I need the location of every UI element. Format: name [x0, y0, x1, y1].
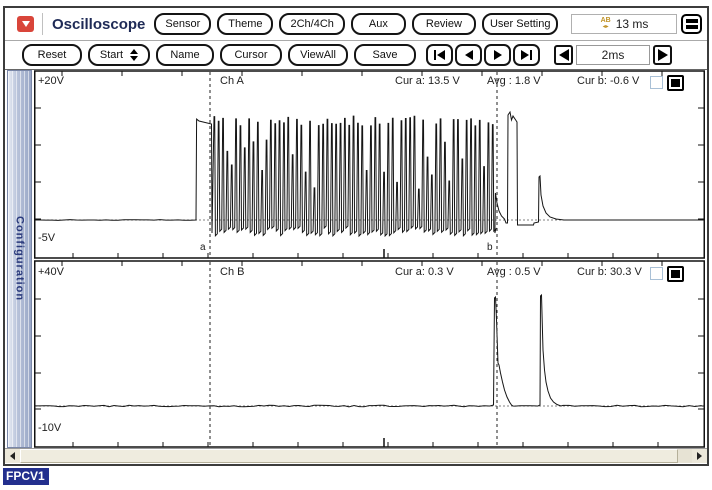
run-toolbar: Reset Start Name Cursor ViewAll Save 2ms [5, 41, 707, 70]
triangle-down-icon [22, 21, 30, 27]
chA-display-toggle[interactable] [667, 75, 684, 91]
chB-cursor-b-readout: Cur b: 30.3 V [577, 266, 642, 278]
chA-v-bottom-label: -5V [38, 232, 55, 244]
right-triangle-icon [658, 49, 668, 61]
sensor-button[interactable]: Sensor [154, 13, 211, 35]
chA-checkbox[interactable] [650, 76, 663, 89]
chB-v-top-label: +40V [38, 266, 64, 278]
step-back-icon [465, 50, 473, 60]
cursor-button[interactable]: Cursor [220, 44, 282, 66]
viewall-button[interactable]: ViewAll [288, 44, 348, 66]
chB-v-bottom-label: -10V [38, 422, 61, 434]
top-toolbar: Oscilloscope Sensor Theme 2Ch/4Ch Aux Re… [5, 8, 707, 41]
waveform-display[interactable]: +20V -5V Ch A Cur a: 13.5 V Avg : 1.8 V … [34, 70, 705, 448]
cursor-a-marker-label[interactable]: a [200, 242, 206, 253]
ab-cursors-icon: AB◂▸ [601, 18, 611, 30]
timebase-decrease-button[interactable] [554, 45, 573, 65]
separator [42, 13, 43, 35]
configuration-sidebar[interactable]: Configuration [7, 70, 32, 448]
left-triangle-icon [559, 49, 569, 61]
timebase-group: 2ms [554, 45, 672, 65]
ab-time-display: AB◂▸ 13 ms [571, 14, 677, 34]
chB-checkbox[interactable] [650, 267, 663, 280]
chA-avg-readout: Avg : 1.8 V [487, 75, 541, 87]
chA-v-top-label: +20V [38, 75, 64, 87]
configuration-label: Configuration [8, 71, 31, 447]
app-dropdown-icon[interactable] [17, 16, 34, 32]
cursor-b-marker-label[interactable]: b [487, 242, 493, 253]
user-setting-button[interactable]: User Setting [482, 13, 559, 35]
name-button[interactable]: Name [156, 44, 214, 66]
status-badge: FPCV1 [3, 468, 49, 485]
channel-mode-button[interactable]: 2Ch/4Ch [279, 13, 344, 35]
spinner-icon [130, 49, 138, 61]
right-arrow-icon [697, 452, 702, 460]
scroll-right-arrow[interactable] [692, 449, 707, 463]
left-arrow-icon [10, 452, 15, 460]
step-forward-icon [494, 50, 502, 60]
skip-start-icon [437, 50, 445, 60]
chA-cursor-b-readout: Cur b: -0.6 V [577, 75, 639, 87]
chB-avg-readout: Avg : 0.5 V [487, 266, 541, 278]
save-button[interactable]: Save [354, 44, 416, 66]
chA-name-label: Ch A [220, 75, 244, 87]
aux-button[interactable]: Aux [351, 13, 406, 35]
scroll-left-arrow[interactable] [5, 449, 20, 463]
chA-cursor-a-readout: Cur a: 13.5 V [395, 75, 460, 87]
scroll-thumb[interactable] [20, 449, 678, 463]
ab-time-value: 13 ms [616, 17, 649, 31]
window-menu-icon[interactable] [681, 14, 702, 34]
timebase-increase-button[interactable] [653, 45, 672, 65]
step-back-button[interactable] [455, 44, 482, 66]
app-title: Oscilloscope [52, 16, 145, 33]
theme-button[interactable]: Theme [217, 13, 273, 35]
reset-button[interactable]: Reset [22, 44, 82, 66]
main-area: Configuration +20V -5V Ch A Cur a: 13.5 … [5, 70, 707, 448]
h-scrollbar [5, 448, 707, 463]
scope-plot[interactable] [34, 70, 705, 448]
review-button[interactable]: Review [412, 13, 476, 35]
start-button[interactable]: Start [88, 44, 150, 66]
skip-end-button[interactable] [513, 44, 540, 66]
step-forward-button[interactable] [484, 44, 511, 66]
timebase-value: 2ms [576, 45, 650, 65]
oscilloscope-window: Oscilloscope Sensor Theme 2Ch/4Ch Aux Re… [3, 6, 709, 466]
chB-display-toggle[interactable] [667, 266, 684, 282]
skip-end-icon [521, 50, 529, 60]
chB-name-label: Ch B [220, 266, 244, 278]
skip-start-button[interactable] [426, 44, 453, 66]
chB-cursor-a-readout: Cur a: 0.3 V [395, 266, 454, 278]
